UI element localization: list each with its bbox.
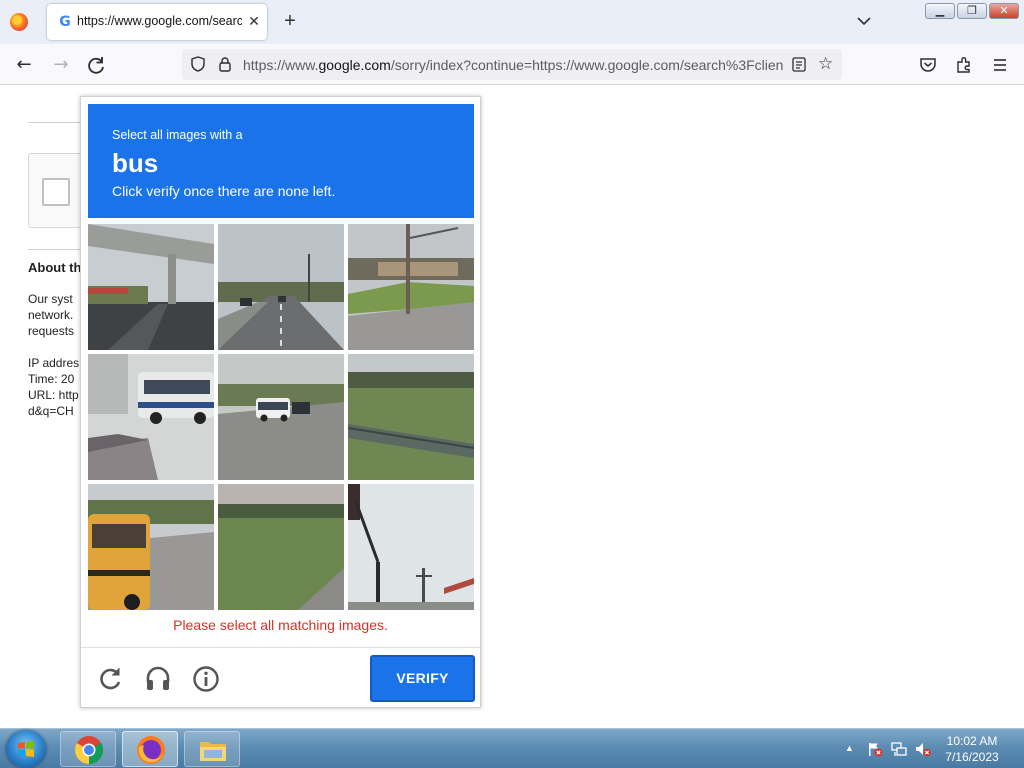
taskbar-chrome[interactable]: [60, 731, 116, 767]
window-close-button[interactable]: ✕: [989, 3, 1019, 19]
error-message: Please select all matching images.: [173, 617, 388, 633]
forward-icon[interactable]: →: [50, 54, 72, 76]
network-icon[interactable]: [891, 741, 907, 757]
audio-headphones-icon[interactable]: [144, 665, 172, 693]
show-hidden-icons-button[interactable]: ▲: [845, 743, 855, 753]
google-favicon-icon: G: [59, 14, 71, 30]
clock-time: 10:02 AM: [946, 734, 998, 748]
action-center-flag-icon[interactable]: [867, 741, 883, 757]
tab-bar: G https://www.google.com/search ✕ + ▁ ❐ …: [0, 0, 1024, 44]
image-tile-white-bus[interactable]: [88, 354, 214, 480]
about-heading: About th: [28, 260, 82, 275]
list-all-tabs-icon[interactable]: [855, 12, 873, 30]
taskbar-firefox[interactable]: [122, 731, 178, 767]
system-clock[interactable]: 10:02 AM 7/16/2023: [936, 733, 1008, 765]
image-tile-sky-streetlight[interactable]: [348, 484, 474, 610]
navigation-toolbar: ← → https://www.google.com/sorry/index?c…: [0, 44, 1024, 85]
windows-taskbar: ▲ 10:02 AM 7/16/2023: [0, 728, 1024, 768]
image-tile-street-traffic[interactable]: [218, 224, 344, 350]
verify-button[interactable]: VERIFY: [370, 655, 475, 702]
window-minimize-button[interactable]: ▁: [925, 3, 955, 19]
page-text-line: Our syst: [28, 292, 73, 306]
start-button[interactable]: [6, 730, 46, 768]
recaptcha-challenge-popup: Select all images with a bus Click verif…: [80, 96, 481, 708]
firefox-icon: [137, 736, 165, 764]
target-keyword: bus: [112, 148, 159, 178]
info-icon[interactable]: [192, 665, 220, 693]
bookmark-star-icon[interactable]: ☆: [818, 55, 836, 73]
image-tile-parking-lot-pole[interactable]: [348, 224, 474, 350]
hamburger-menu-icon[interactable]: [991, 56, 1009, 74]
page-text-line: network.: [28, 308, 74, 322]
url-line-continued: d&q=CH: [28, 404, 74, 418]
firefox-menu-icon[interactable]: [10, 13, 28, 31]
reload-icon[interactable]: [85, 54, 107, 76]
back-icon[interactable]: ←: [13, 54, 35, 76]
window-restore-button[interactable]: ❐: [957, 3, 987, 19]
url-text[interactable]: https://www.google.com/sorry/index?conti…: [243, 57, 783, 73]
reader-view-icon[interactable]: [792, 57, 806, 72]
image-tile-overpass-road[interactable]: [88, 224, 214, 350]
shield-icon[interactable]: [190, 56, 206, 72]
new-tab-icon[interactable]: +: [280, 11, 300, 31]
image-tile-school-bus[interactable]: [88, 484, 214, 610]
recaptcha-checkbox-widget: [28, 153, 88, 228]
windows-logo-icon: [18, 741, 34, 757]
image-tile-grass-guardrail[interactable]: [348, 354, 474, 480]
im-not-a-robot-checkbox[interactable]: [42, 178, 70, 206]
image-tile-grass-roadside[interactable]: [218, 484, 344, 610]
footer-divider: [81, 647, 480, 648]
volume-muted-icon[interactable]: [915, 741, 931, 757]
pocket-icon[interactable]: [919, 56, 937, 74]
lock-icon[interactable]: [218, 56, 232, 72]
tab-title: https://www.google.com/search: [77, 14, 242, 28]
url-bar[interactable]: https://www.google.com/sorry/index?conti…: [182, 49, 842, 80]
image-tile-street-bus-distant[interactable]: [218, 354, 344, 480]
tab-close-icon[interactable]: ✕: [245, 12, 263, 30]
taskbar-file-explorer[interactable]: [184, 731, 240, 767]
extensions-icon[interactable]: [955, 56, 973, 74]
clock-date: 7/16/2023: [945, 750, 999, 764]
instruction-bottom: Click verify once there are none left.: [112, 183, 336, 199]
ip-address-line: IP addres: [28, 356, 80, 370]
chrome-icon: [75, 736, 103, 764]
time-line: Time: 20: [28, 372, 75, 386]
url-line: URL: http: [28, 388, 79, 402]
page-text-line: requests: [28, 324, 75, 338]
challenge-header: Select all images with a bus Click verif…: [88, 104, 474, 218]
divider: [28, 249, 88, 250]
image-grid: [88, 224, 474, 610]
file-explorer-icon: [200, 742, 226, 761]
instruction-top: Select all images with a: [112, 128, 243, 142]
divider: [28, 122, 88, 123]
browser-tab[interactable]: G https://www.google.com/search ✕: [47, 4, 267, 40]
reload-icon[interactable]: [96, 665, 124, 693]
